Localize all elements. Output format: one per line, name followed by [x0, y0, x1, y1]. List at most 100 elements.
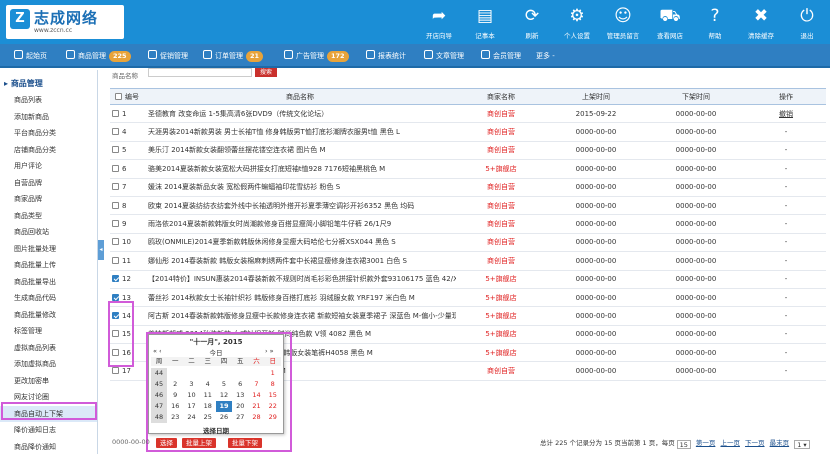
row-operation-cell: -: [746, 122, 826, 142]
row-on-time: 0000-00-00: [546, 270, 646, 289]
row-id: 9: [122, 220, 127, 229]
row-goods-name[interactable]: 【2014特价】INSUN惠装2014春装新款不规则时尚毛衫彩色拼接针织款外套9…: [144, 270, 456, 289]
row-checkbox[interactable]: [112, 183, 119, 191]
row-id-cell: 11: [110, 251, 144, 271]
row-operation-cell: -: [746, 233, 826, 253]
sidebar-item[interactable]: 商品批量上传: [0, 257, 97, 273]
menu-more[interactable]: 更多 -: [536, 44, 555, 68]
logo[interactable]: Z 志成网络 www.zccn.cc: [6, 5, 124, 39]
row-goods-name[interactable]: 骆美2014夏装新款女装宽松大码拼接女打底短袖t恤928 7176短袖黑桃色 M: [144, 159, 456, 179]
row-goods-name[interactable]: 美乐汀 2014新款女装翻领蕾丝摆花镂空连衣裙 图片色 M: [144, 141, 456, 161]
row-checkbox[interactable]: [112, 128, 119, 136]
sidebar-item[interactable]: 生成商品代码: [0, 290, 97, 306]
menu-orders[interactable]: 订单管理 21: [203, 44, 264, 68]
menu-home[interactable]: 起始页: [14, 44, 47, 68]
row-checkbox[interactable]: [112, 256, 119, 264]
topnav-settings[interactable]: ⚙ 个人设置: [556, 0, 598, 44]
sidebar-item[interactable]: 商品批量修改: [0, 307, 97, 323]
sidebar-item[interactable]: 商家品牌: [0, 191, 97, 207]
row-goods-name[interactable]: 娜仙彤 2014春装新款 韩版女装棉麻刺绣两件套中长裙显瘦修身连衣裙3001 白…: [144, 251, 456, 271]
header-shop: 商家名称: [456, 88, 546, 105]
table-row: 10 鸥玫(ONMILE)2014夏季新款韩版休闲修身显瘦大码哈伦七分裤XSX04…: [110, 233, 826, 253]
row-checkbox[interactable]: [112, 220, 119, 228]
row-goods-name[interactable]: 阿古斯 2014春装新款韩版修身显瘦中长款修身连衣裙 新款短袖女装夏季裙子 深蓝…: [144, 306, 456, 326]
row-on-time: 0000-00-00: [546, 288, 646, 308]
row-goods-name[interactable]: 雨洛依2014夏装新款韩版女时尚潮款修身百搭显瘦简小脚铅笔牛仔裤 26/1尺9: [144, 214, 456, 234]
sidebar-item[interactable]: 降价通知日志: [0, 422, 97, 438]
header-id[interactable]: 编号: [110, 88, 144, 105]
row-checkbox[interactable]: [112, 164, 119, 172]
row-shop-name: 5+旗舰店: [456, 343, 546, 363]
row-goods-name[interactable]: 蕾丝衫 2014秋款女士长袖针织衫 韩版修身百搭打底衫 羽绒服女款 YRF197…: [144, 288, 456, 308]
table-row: 6 骆美2014夏装新款女装宽松大码拼接女打底短袖t恤928 7176短袖黑桃色 …: [110, 159, 826, 179]
topnav-clear-cache[interactable]: ✖ 清除缓存: [740, 0, 782, 44]
row-checkbox[interactable]: [112, 367, 119, 375]
row-goods-name[interactable]: 天涯男装2014新款男装 男士长袖T恤 修身韩版男T恤打底衫潮牌衣服男t恤 黑色…: [144, 122, 456, 142]
row-goods-name[interactable]: 圣德教育 改变命运 1-5集高清6张DVD9（传统文化论坛）: [144, 104, 456, 124]
search-button[interactable]: 搜索: [255, 68, 277, 77]
pager-prev[interactable]: 上一页: [720, 439, 740, 447]
search-input[interactable]: [148, 68, 252, 77]
sidebar-item[interactable]: 添加新商品: [0, 109, 97, 125]
topnav-refresh[interactable]: ⟳ 刷新: [511, 0, 553, 44]
sidebar-item[interactable]: 商品批量导出: [0, 274, 97, 290]
sidebar-item[interactable]: 商品类型: [0, 208, 97, 224]
topnav-logout[interactable]: ⏻ 退出: [786, 0, 828, 44]
pager-first[interactable]: 第一页: [696, 439, 716, 447]
sidebar-item[interactable]: 商品回收站: [0, 224, 97, 240]
message-icon: ☺: [614, 6, 632, 26]
row-operation-cell: -: [746, 196, 826, 216]
row-operation: -: [784, 367, 788, 376]
row-operation-cell: -: [746, 270, 826, 289]
row-goods-name[interactable]: 媛沫 2014夏装新品女装 宽松假两件蝙蝠袖印花雪纺衫 粉色 S: [144, 178, 456, 197]
sidebar-item[interactable]: 用户评论: [0, 158, 97, 174]
sidebar-item[interactable]: 标签管理: [0, 323, 97, 339]
topnav-help[interactable]: ? 帮助: [694, 0, 736, 44]
sidebar-item[interactable]: 虚拟商品列表: [0, 340, 97, 356]
page-select[interactable]: 1 ▾: [794, 440, 810, 449]
row-shop-name: 5+旗舰店: [456, 288, 546, 308]
sidebar-collapse-toggle[interactable]: ◂: [98, 240, 104, 260]
pager-next[interactable]: 下一页: [745, 439, 765, 447]
sidebar-item[interactable]: 更改加密串: [0, 373, 97, 389]
sidebar-item[interactable]: 添加虚拟商品: [0, 356, 97, 372]
row-operation-cell: -: [746, 178, 826, 197]
row-checkbox[interactable]: [112, 109, 119, 117]
menu-goods[interactable]: 商品管理 225: [66, 44, 131, 68]
row-goods-name[interactable]: 欧束 2014夏装纺纺衣纺套外线中长袖透明外搭开衫夏季薄空调衫开衫6352 黑色…: [144, 196, 456, 216]
menu-articles[interactable]: 文章管理: [424, 44, 464, 68]
sidebar-item[interactable]: 平台商品分类: [0, 125, 97, 141]
row-id: 1: [122, 109, 127, 118]
topnav-notepad[interactable]: ▤ 记事本: [464, 0, 506, 44]
sidebar-item[interactable]: 商品列表: [0, 92, 97, 108]
sidebar-item[interactable]: 图片批量处理: [0, 241, 97, 257]
row-checkbox[interactable]: [112, 238, 119, 246]
pager-last[interactable]: 最末页: [770, 439, 790, 447]
row-on-time: 0000-00-00: [546, 141, 646, 161]
row-checkbox[interactable]: [112, 201, 119, 209]
select-all-checkbox[interactable]: [115, 92, 122, 100]
menu-reports[interactable]: 报表统计: [366, 44, 406, 68]
row-operation-link[interactable]: 撤销: [779, 110, 793, 118]
row-operation-cell: -: [746, 343, 826, 363]
per-page-input[interactable]: 15: [676, 440, 691, 449]
sidebar-item[interactable]: 自营品牌: [0, 175, 97, 191]
sidebar-item[interactable]: 商品降价通知: [0, 439, 97, 454]
row-checkbox[interactable]: [112, 293, 119, 301]
topnav-view-shop[interactable]: ⛟ 查看网店: [649, 0, 691, 44]
sidebar-heading: ▸ 商品管理: [4, 79, 43, 88]
row-operation-cell: -: [746, 325, 826, 345]
menu-members[interactable]: 会员管理: [481, 44, 521, 68]
menu-promotion[interactable]: 促销管理: [148, 44, 188, 68]
row-checkbox[interactable]: [112, 146, 119, 154]
row-off-time: 0000-00-00: [646, 288, 746, 308]
clear-icon: ✖: [753, 6, 769, 26]
cart-icon: ⛟: [659, 6, 681, 26]
row-checkbox[interactable]: [112, 275, 119, 283]
row-goods-name[interactable]: 鸥玫(ONMILE)2014夏季新款韩版休闲修身显瘦大码哈伦七分裤XSX044 …: [144, 233, 456, 253]
topnav-admin-message[interactable]: ☺ 管理员留言: [602, 0, 644, 44]
topnav-setup-guide[interactable]: ➦ 开店向导: [418, 0, 460, 44]
menu-ads[interactable]: 广告管理 172: [284, 44, 349, 68]
promotion-icon: [148, 50, 157, 59]
sidebar-item[interactable]: 店铺商品分类: [0, 142, 97, 158]
